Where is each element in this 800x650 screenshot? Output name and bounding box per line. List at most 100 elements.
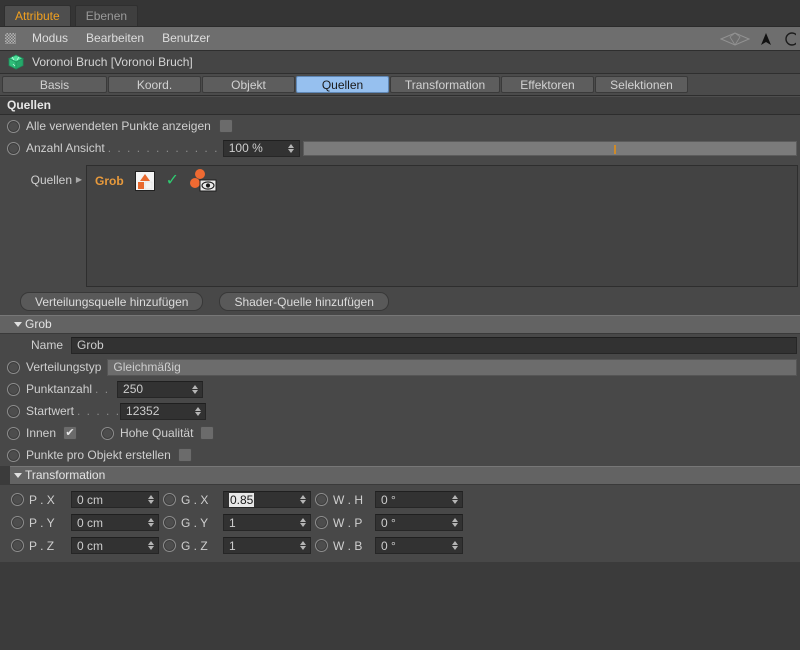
cell-p-z: P . Z 0 cm <box>7 537 159 554</box>
checkbox-hohe-qualitaet[interactable] <box>200 426 215 440</box>
arrow-up-icon[interactable] <box>758 31 774 47</box>
tab-selektionen[interactable]: Selektionen <box>595 76 688 93</box>
quellen-buttons-row: Verteilungsquelle hinzufügen Shader-Quel… <box>0 287 800 315</box>
checkbox-innen[interactable] <box>63 426 78 440</box>
label-p-y: P . Y <box>29 515 55 530</box>
animation-dot-p-x[interactable] <box>11 493 24 506</box>
tab-transformation[interactable]: Transformation <box>390 76 500 93</box>
animation-dot-p-y[interactable] <box>11 516 24 529</box>
spinner-g-z[interactable] <box>297 541 308 550</box>
animation-dot-w-h[interactable] <box>315 493 328 506</box>
tab-quellen[interactable]: Quellen <box>296 76 389 93</box>
add-shader-source-button[interactable]: Shader-Quelle hinzufügen <box>219 291 389 311</box>
animation-dot-w-p[interactable] <box>315 516 328 529</box>
field-g-y[interactable]: 1 <box>223 514 311 531</box>
field-w-p-value: 0 ° <box>381 515 396 530</box>
object-header: Voronoi Bruch [Voronoi Bruch] <box>0 51 800 74</box>
menu-item-benutzer[interactable]: Benutzer <box>153 27 219 50</box>
points-view-icon[interactable] <box>190 169 218 193</box>
group-header-grob[interactable]: Grob <box>0 315 800 334</box>
slider-anzahl-ansicht[interactable] <box>302 140 797 156</box>
spinner-p-x[interactable] <box>145 495 156 504</box>
green-check-icon[interactable]: ✓ <box>166 173 179 189</box>
animation-dot-alle-punkte[interactable] <box>7 119 20 133</box>
cell-w-b: W . B 0 ° <box>311 537 463 554</box>
diamond-history-icon[interactable] <box>720 31 750 46</box>
animation-dot-p-z[interactable] <box>11 539 24 552</box>
animation-dot-g-z[interactable] <box>163 539 176 552</box>
dropdown-verteilungstyp[interactable]: Gleichmäßig <box>107 358 797 376</box>
spinner-w-p[interactable] <box>449 518 460 527</box>
tab-attribute[interactable]: Attribute <box>4 5 71 26</box>
field-w-b[interactable]: 0 ° <box>375 537 463 554</box>
group-header-transformation[interactable]: Transformation <box>10 466 800 485</box>
tab-koord[interactable]: Koord. <box>108 76 201 93</box>
field-g-y-value: 1 <box>229 515 236 530</box>
field-punktanzahl[interactable]: 250 <box>117 380 204 398</box>
animation-dot-innen[interactable] <box>7 426 20 440</box>
field-w-h[interactable]: 0 ° <box>375 491 463 508</box>
attribute-tab-bar: Basis Koord. Objekt Quellen Transformati… <box>0 74 800 96</box>
drag-grip-icon[interactable] <box>5 33 16 44</box>
field-p-z[interactable]: 0 cm <box>71 537 159 554</box>
list-item[interactable]: Grob ✓ <box>87 166 797 196</box>
animation-dot-g-x[interactable] <box>163 493 176 506</box>
cell-g-z: G . Z 1 <box>159 537 311 554</box>
menu-item-modus[interactable]: Modus <box>23 27 77 50</box>
field-w-p[interactable]: 0 ° <box>375 514 463 531</box>
object-name-label: Voronoi Bruch [Voronoi Bruch] <box>32 55 193 69</box>
animation-dot-punktanzahl[interactable] <box>7 382 20 396</box>
menu-item-bearbeiten[interactable]: Bearbeiten <box>77 27 153 50</box>
transformation-row: P . Z 0 cm G . Z 1 W . B 0 ° <box>7 534 800 557</box>
voronoi-cube-icon <box>8 54 24 70</box>
spinner-anzahl-ansicht[interactable] <box>286 143 297 153</box>
spinner-w-h[interactable] <box>449 495 460 504</box>
row-quellen-list: Quellen ▶ Grob ✓ <box>0 159 800 287</box>
chevron-down-icon-grob <box>14 322 22 327</box>
tab-basis[interactable]: Basis <box>2 76 107 93</box>
spinner-w-b[interactable] <box>449 541 460 550</box>
label-quellen-list: Quellen <box>30 173 72 187</box>
animation-dot-w-b[interactable] <box>315 539 328 552</box>
quellen-list-box[interactable]: Grob ✓ <box>86 165 798 287</box>
animation-dot-verteilungstyp[interactable] <box>7 360 20 374</box>
field-g-x[interactable]: 0.85 <box>223 491 311 508</box>
spinner-g-y[interactable] <box>297 518 308 527</box>
spinner-punktanzahl[interactable] <box>189 384 200 394</box>
animation-dot-punkte-pro-objekt[interactable] <box>7 448 20 462</box>
tab-ebenen[interactable]: Ebenen <box>74 5 139 26</box>
animation-dot-startwert[interactable] <box>7 404 20 418</box>
field-p-y-value: 0 cm <box>77 515 104 530</box>
label-hohe-qualitaet: Hohe Qualität <box>120 426 194 440</box>
label-alle-punkte-anzeigen: Alle verwendeten Punkte anzeigen <box>26 119 211 133</box>
row-innen-hohe-qualitaet: Innen Hohe Qualität <box>0 422 800 444</box>
field-p-y[interactable]: 0 cm <box>71 514 159 531</box>
quellen-list-expand-icon[interactable]: ▶ <box>72 165 86 184</box>
circle-icon[interactable] <box>782 31 796 46</box>
field-p-x[interactable]: 0 cm <box>71 491 159 508</box>
label-dots-anzahl-ansicht: . . . . . . . . . . . . . . . . . . <box>107 141 223 155</box>
animation-dot-anzahl-ansicht[interactable] <box>7 141 20 155</box>
field-g-z[interactable]: 1 <box>223 537 311 554</box>
transformation-row: P . X 0 cm G . X 0.85 W . H 0 ° <box>7 488 800 511</box>
field-name[interactable]: Grob <box>71 336 797 354</box>
spinner-p-z[interactable] <box>145 541 156 550</box>
spinner-p-y[interactable] <box>145 518 156 527</box>
checkbox-alle-punkte-anzeigen[interactable] <box>218 119 233 133</box>
spinner-g-x[interactable] <box>297 495 308 504</box>
tab-effektoren[interactable]: Effektoren <box>501 76 594 93</box>
field-w-h-value: 0 ° <box>381 492 396 507</box>
spinner-startwert[interactable] <box>192 406 203 416</box>
checkbox-punkte-pro-objekt[interactable] <box>177 448 192 462</box>
field-startwert[interactable]: 12352 <box>120 402 207 420</box>
field-punktanzahl-value: 250 <box>123 382 144 396</box>
animation-dot-hohe-qualitaet[interactable] <box>101 426 115 440</box>
shader-thumbnail-icon[interactable] <box>134 171 155 191</box>
add-distribution-source-button[interactable]: Verteilungsquelle hinzufügen <box>20 291 204 311</box>
tab-ebenen-label: Ebenen <box>85 9 128 23</box>
slider-tick-anzahl-ansicht <box>613 144 616 154</box>
tab-objekt[interactable]: Objekt <box>202 76 295 93</box>
row-punktanzahl: Punktanzahl . . 250 <box>0 378 800 400</box>
field-anzahl-ansicht[interactable]: 100 % <box>222 139 300 157</box>
animation-dot-g-y[interactable] <box>163 516 176 529</box>
